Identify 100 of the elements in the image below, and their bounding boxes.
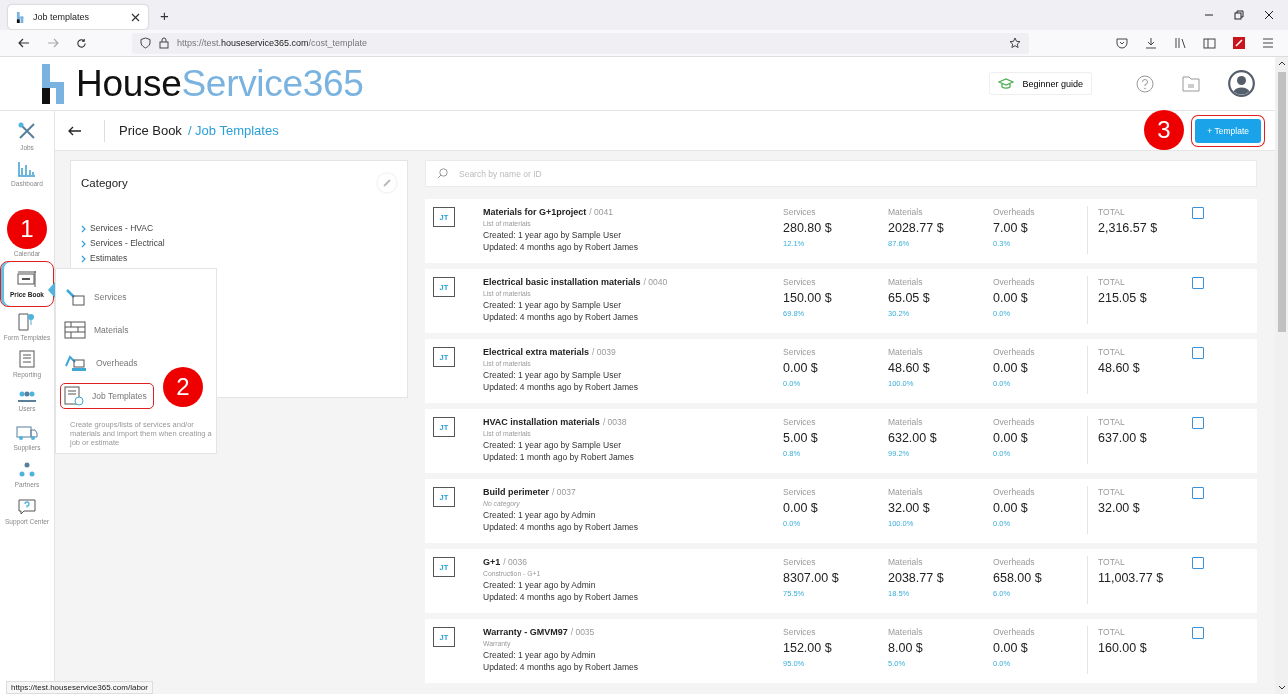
- column-label: Services: [783, 206, 816, 219]
- template-code: / 0036: [503, 556, 527, 569]
- logo-text: HouseService365: [76, 62, 364, 105]
- checkbox[interactable]: [1192, 277, 1204, 289]
- total-value: 2,316.57 $: [1098, 220, 1158, 237]
- menu-item[interactable]: Overheads: [60, 350, 145, 376]
- menu-icon[interactable]: [1262, 38, 1274, 48]
- column-label: Materials: [888, 486, 923, 499]
- updated-text: Updated: 4 months ago by Robert James: [483, 591, 639, 604]
- created-text: Created: 1 year ago by Admin: [483, 578, 597, 591]
- tools-icon: [17, 121, 37, 141]
- url-text: https://test.houseservice365.com/cost_template: [176, 38, 368, 48]
- checkbox[interactable]: [1192, 557, 1204, 569]
- avatar-icon[interactable]: [1228, 70, 1255, 97]
- updated-text: Updated: 4 months ago by Robert James: [483, 241, 639, 254]
- template-code: / 0041: [589, 206, 613, 219]
- template-title[interactable]: Warranty - GMVM97: [483, 626, 568, 639]
- template-card[interactable]: [425, 269, 1257, 333]
- template-card[interactable]: [425, 199, 1257, 263]
- users-icon: [17, 390, 37, 403]
- wrench-icon: [64, 287, 86, 307]
- restore-icon[interactable]: [1234, 10, 1244, 20]
- checkbox[interactable]: [1192, 627, 1204, 639]
- column-label: Overheads: [993, 346, 1035, 359]
- amount-value: 7.00 $: [993, 220, 1028, 237]
- template-code: / 0035: [570, 626, 595, 639]
- scroll-down-icon[interactable]: [1277, 685, 1286, 690]
- forward-icon[interactable]: [47, 38, 59, 48]
- address-bar[interactable]: https://test.houseservice365.com/cost_template: [131, 32, 1030, 54]
- shield-icon: [139, 37, 151, 49]
- extension-icon[interactable]: [1233, 37, 1245, 49]
- column-label: Services: [783, 346, 816, 359]
- column-label: Materials: [888, 346, 923, 359]
- updated-text: Updated: 4 months ago by Robert James: [483, 661, 639, 674]
- created-text: Created: 1 year ago by Sample User: [483, 368, 622, 381]
- checkbox[interactable]: [1192, 487, 1204, 499]
- template-title[interactable]: Electrical extra materials: [483, 346, 590, 359]
- column-label: Services: [783, 556, 816, 569]
- template-title[interactable]: HVAC installation materials: [483, 416, 600, 429]
- library-icon[interactable]: [1174, 37, 1186, 49]
- total-value: 160.00 $: [1098, 640, 1147, 657]
- menu-item[interactable]: Services: [60, 284, 134, 310]
- download-icon[interactable]: [1145, 37, 1158, 49]
- column-label: Materials: [888, 416, 923, 429]
- back-icon[interactable]: [18, 38, 30, 48]
- close-icon[interactable]: [131, 12, 140, 22]
- reload-icon[interactable]: [75, 37, 87, 49]
- category-item[interactable]: Services - HVAC: [81, 221, 397, 236]
- template-title[interactable]: Build perimeter: [483, 486, 549, 499]
- amount-value: 2038.77 $: [888, 570, 944, 587]
- pocket-icon[interactable]: [1116, 37, 1129, 49]
- column-label: Overheads: [993, 486, 1035, 499]
- column-label: Materials: [888, 556, 923, 569]
- search-field[interactable]: Search by name or ID: [425, 160, 1257, 187]
- template-title[interactable]: Materials for G+1project: [483, 206, 587, 219]
- amount-value: 0.00 $: [993, 640, 1028, 657]
- created-text: Created: 1 year ago by Admin: [483, 508, 597, 521]
- category-item[interactable]: Services - Electrical: [81, 236, 397, 251]
- template-card[interactable]: [425, 409, 1257, 473]
- menu-item[interactable]: Materials: [60, 317, 136, 343]
- beginner-guide-button[interactable]: Beginner guide: [989, 72, 1092, 95]
- panel-title: Category: [81, 177, 128, 189]
- amount-value: 8.00 $: [888, 640, 923, 657]
- close-icon[interactable]: [1264, 10, 1274, 20]
- template-card[interactable]: [425, 339, 1257, 403]
- graduation-cap-icon: [998, 78, 1015, 89]
- column-label: TOTAL: [1098, 416, 1125, 429]
- excavator-icon: [64, 354, 88, 372]
- browser-tab[interactable]: Job templates: [8, 5, 148, 29]
- category-item[interactable]: Estimates: [81, 251, 397, 266]
- star-icon[interactable]: [1009, 37, 1022, 49]
- column-label: TOTAL: [1098, 346, 1125, 359]
- checkbox[interactable]: [1192, 347, 1204, 359]
- amount-value: 5.00 $: [783, 430, 818, 447]
- back-icon[interactable]: [68, 125, 82, 136]
- amount-value: 152.00 $: [783, 640, 832, 657]
- template-title[interactable]: Electrical basic installation materials: [483, 276, 641, 289]
- created-text: Created: 1 year ago by Sample User: [483, 228, 622, 241]
- scroll-up-icon[interactable]: [1277, 61, 1286, 66]
- help-icon[interactable]: [1136, 74, 1154, 93]
- checkbox[interactable]: [1192, 417, 1204, 429]
- scrollbar[interactable]: [1275, 57, 1288, 694]
- sidebar-icon[interactable]: [1203, 37, 1216, 49]
- template-title[interactable]: G+1: [483, 556, 501, 569]
- amount-value: 48.60 $: [888, 360, 930, 377]
- amount-value: 632.00 $: [888, 430, 937, 447]
- checkbox[interactable]: [1192, 207, 1204, 219]
- network-icon: [18, 462, 36, 479]
- truck-icon: [16, 425, 38, 442]
- amount-value: 65.05 $: [888, 290, 930, 307]
- tab-title: Job templates: [33, 12, 91, 22]
- amount-value: 0.00 $: [993, 290, 1028, 307]
- column-label: Overheads: [993, 626, 1035, 639]
- column-label: TOTAL: [1098, 276, 1125, 289]
- column-label: TOTAL: [1098, 556, 1125, 569]
- new-tab-button[interactable]: +: [160, 6, 169, 24]
- breadcrumb-link[interactable]: Price Book: [119, 123, 182, 138]
- menu-item[interactable]: Job Templates: [60, 383, 154, 409]
- column-label: Materials: [888, 626, 923, 639]
- amount-value: 0.00 $: [783, 360, 818, 377]
